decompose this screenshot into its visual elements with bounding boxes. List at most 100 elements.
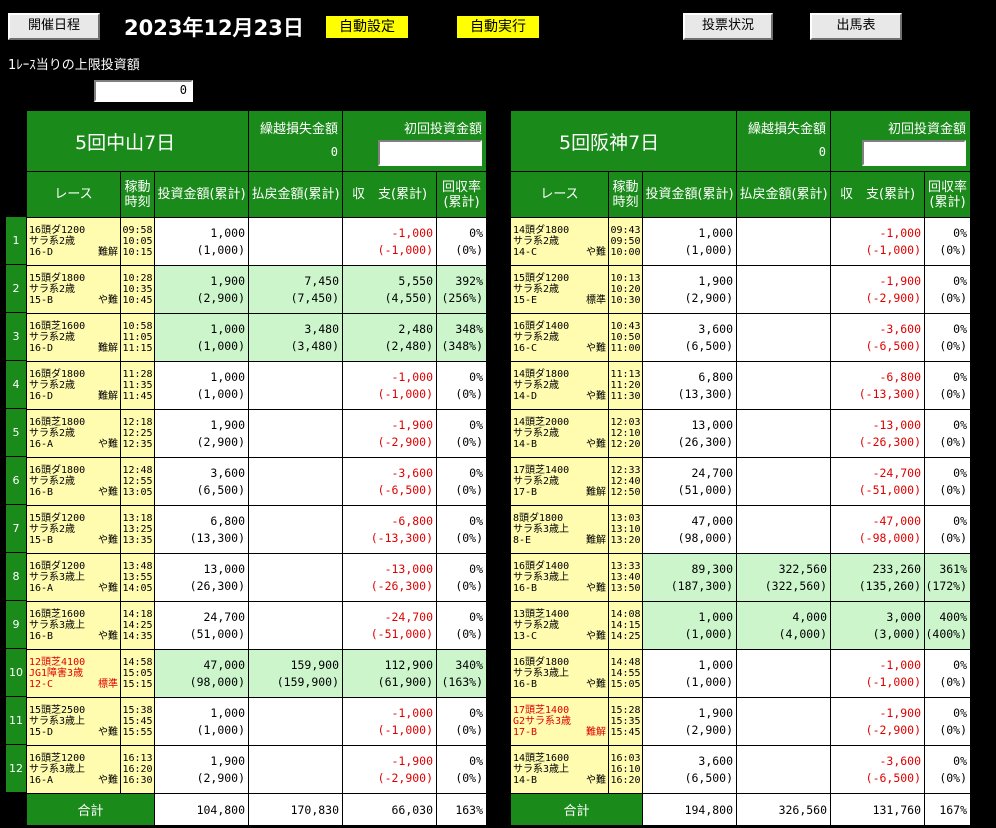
balance-cumulative: (-1,000)	[377, 386, 434, 401]
race-row[interactable]: 16頭芝1800 サラ系2歳 16-A や難 12:18 12:25 12:35 1,900(…	[26, 409, 488, 458]
return-rate: 0% (0%)	[436, 601, 488, 650]
race-times: 10:58 11:05 11:15	[120, 313, 155, 362]
auto-run-button[interactable]: 自動実行	[456, 15, 540, 39]
race-info[interactable]: 15頭ダ1200 サラ系2歳 15-E 標準	[510, 265, 609, 314]
initial-investment-label: 初回投資金額	[888, 122, 967, 137]
race-info[interactable]: 16頭ダ1800 サラ系3歳上 16-B や難	[510, 649, 609, 698]
race-class: サラ系2歳	[29, 236, 76, 247]
race-info[interactable]: 15頭ダ1200 サラ系2歳 15-B や難	[26, 505, 121, 554]
race-row[interactable]: 16頭ダ1400 サラ系2歳 16-C や難 10:43 10:50 11:00 3,600(…	[510, 313, 972, 362]
race-times: 14:58 15:05 15:15	[120, 649, 155, 698]
race-row[interactable]: 16頭ダ1200 サラ系2歳 16-D 難解 09:58 10:05 10:15 1,000(…	[26, 217, 488, 266]
race-field-distance: 14頭芝2000	[513, 417, 570, 428]
race-row[interactable]: 15頭ダ1800 サラ系2歳 15-B や難 10:28 10:35 10:45 1,900(…	[26, 265, 488, 314]
return-rate: 0% (0%)	[924, 361, 972, 410]
race-info[interactable]: 14頭芝1600 サラ系3歳上 14-B や難	[510, 745, 609, 794]
race-code: 16-A	[29, 439, 54, 450]
investment-cumulative: (6,500)	[196, 482, 246, 497]
race-row[interactable]: 16頭ダ1400 サラ系3歳上 16-B や難 13:33 13:40 13:50 89,30…	[510, 553, 972, 602]
race-info[interactable]: 14頭芝2000 サラ系2歳 14-B や難	[510, 409, 609, 458]
race-info[interactable]: 13頭芝1400 サラ系2歳 13-C や難	[510, 601, 609, 650]
return-rate: 0% (0%)	[436, 697, 488, 746]
initial-investment-input[interactable]: 1,000	[378, 140, 483, 166]
investment-cumulative: (2,900)	[684, 722, 734, 737]
race-row[interactable]: 16頭ダ1800 サラ系2歳 16-B や難 12:48 12:55 13:05 3,600(…	[26, 457, 488, 506]
race-row[interactable]: 17頭芝1400 G2サラ系3歳 17-B 難解 15:28 15:35 15:45 1,90…	[510, 697, 972, 746]
bet-limit-input[interactable]: 0	[94, 80, 193, 102]
race-info[interactable]: 16頭ダ1800 サラ系2歳 16-D 難解	[26, 361, 121, 410]
race-row[interactable]: 16頭芝1200 サラ系3歳上 16-A や難 16:13 16:20 16:30 1,900…	[26, 745, 488, 794]
return-rate-cumulative: (0%)	[939, 530, 968, 545]
race-info[interactable]: 16頭ダ1200 サラ系2歳 16-D 難解	[26, 217, 121, 266]
race-time: 13:10	[610, 524, 641, 535]
total-balance: 131,760	[830, 793, 926, 826]
race-card-button[interactable]: 出馬表	[810, 13, 902, 40]
race-info[interactable]: 16頭ダ1400 サラ系2歳 16-C や難	[510, 313, 609, 362]
race-time: 10:28	[122, 273, 153, 284]
race-row[interactable]: 13頭芝1400 サラ系2歳 13-C や難 14:08 14:15 14:25 1,000(…	[510, 601, 972, 650]
race-row[interactable]: 16頭芝1600 サラ系3歳上 16-B や難 14:18 14:25 14:35 24,70…	[26, 601, 488, 650]
race-code: 12-C	[29, 679, 54, 690]
race-times: 12:18 12:25 12:35	[120, 409, 155, 458]
return-rate: 0% (0%)	[924, 265, 972, 314]
race-info[interactable]: 14頭ダ1800 サラ系2歳 14-C や難	[510, 217, 609, 266]
race-info[interactable]: 16頭芝1600 サラ系2歳 16-D 難解	[26, 313, 121, 362]
race-row[interactable]: 14頭芝2000 サラ系2歳 14-B や難 12:03 12:10 12:20 13,000…	[510, 409, 972, 458]
race-time: 14:25	[122, 620, 153, 631]
race-code: 16-D	[29, 391, 54, 402]
race-row[interactable]: 14頭芝1600 サラ系3歳上 14-B や難 16:03 16:10 16:20 3,600…	[510, 745, 972, 794]
balance-cumulative: (-51,000)	[370, 626, 434, 641]
investment-value: 6,800	[698, 369, 734, 384]
vote-status-button[interactable]: 投票状況	[683, 13, 773, 40]
race-info[interactable]: 14頭ダ1800 サラ系2歳 14-D や難	[510, 361, 609, 410]
race-row[interactable]: 15頭ダ1200 サラ系2歳 15-E 標準 10:13 10:20 10:30 1,900(…	[510, 265, 972, 314]
schedule-button[interactable]: 開催日程	[8, 13, 100, 40]
race-difficulty-line: 16-A や難	[29, 439, 120, 450]
race-row[interactable]: 14頭ダ1800 サラ系2歳 14-C や難 09:43 09:50 10:00 1,000(…	[510, 217, 972, 266]
race-row[interactable]: 17頭芝1400 サラ系2歳 17-B 難解 12:33 12:40 12:50 24,700…	[510, 457, 972, 506]
initial-investment-input[interactable]: 1,000	[862, 140, 967, 166]
race-row[interactable]: 12頭芝4100 JG1障害3歳 12-C 標準 14:58 15:05 15:15 47,0…	[26, 649, 488, 698]
race-difficulty: や難	[98, 295, 118, 306]
race-time: 12:48	[122, 465, 153, 476]
payout	[248, 361, 344, 410]
race-info[interactable]: 16頭芝1200 サラ系3歳上 16-A や難	[26, 745, 121, 794]
race-difficulty: 難解	[586, 487, 606, 498]
race-info[interactable]: 15頭芝2500 サラ系3歳上 15-D や難	[26, 697, 121, 746]
race-info[interactable]: 17頭芝1400 サラ系2歳 17-B 難解	[510, 457, 609, 506]
investment: 13,000 (26,300)	[641, 409, 738, 458]
race-time: 13:33	[610, 561, 641, 572]
race-row[interactable]: 16頭ダ1800 サラ系2歳 16-D 難解 11:28 11:35 11:45 1,000(…	[26, 361, 488, 410]
race-info[interactable]: 16頭ダ1200 サラ系3歳上 16-A や難	[26, 553, 121, 602]
race-info[interactable]: 16頭ダ1400 サラ系3歳上 16-B や難	[510, 553, 609, 602]
race-row[interactable]: 16頭芝1600 サラ系2歳 16-D 難解 10:58 11:05 11:15 1,000(…	[26, 313, 488, 362]
race-code: 16-D	[29, 343, 54, 354]
race-info[interactable]: 12頭芝4100 JG1障害3歳 12-C 標準	[26, 649, 121, 698]
race-difficulty: 難解	[98, 247, 118, 258]
race-info[interactable]: 17頭芝1400 G2サラ系3歳 17-B 難解	[510, 697, 609, 746]
return-rate-cumulative: (0%)	[939, 290, 968, 305]
race-time: 10:05	[122, 236, 153, 247]
race-row[interactable]: 15頭芝2500 サラ系3歳上 15-D や難 15:38 15:45 15:55 1,000…	[26, 697, 488, 746]
race-time: 14:55	[610, 668, 641, 679]
race-row[interactable]: 16頭ダ1200 サラ系3歳上 16-A や難 13:48 13:55 14:05 13,00…	[26, 553, 488, 602]
return-rate-value: 0%	[953, 321, 968, 336]
race-row[interactable]: 14頭ダ1800 サラ系2歳 14-D や難 11:13 11:20 11:30 6,800(…	[510, 361, 972, 410]
race-difficulty: や難	[586, 679, 606, 690]
race-info[interactable]: 15頭ダ1800 サラ系2歳 15-B や難	[26, 265, 121, 314]
race-info[interactable]: 16頭ダ1800 サラ系2歳 16-B や難	[26, 457, 121, 506]
race-info[interactable]: 16頭芝1800 サラ系2歳 16-A や難	[26, 409, 121, 458]
race-row[interactable]: 8頭ダ1800 サラ系3歳上 8-E 難解 13:03 13:10 13:20 47,000(…	[510, 505, 972, 554]
balance-value: -1,000	[391, 225, 434, 240]
race-row[interactable]: 15頭ダ1200 サラ系2歳 15-B や難 13:18 13:25 13:35 6,800(…	[26, 505, 488, 554]
balance-value: -1,000	[879, 225, 922, 240]
race-row[interactable]: 16頭ダ1800 サラ系3歳上 16-B や難 14:48 14:55 15:05 1,000…	[510, 649, 972, 698]
balance-value: -24,700	[384, 609, 434, 624]
auto-setting-button[interactable]: 自動設定	[325, 15, 409, 39]
race-class: サラ系2歳	[513, 380, 560, 391]
balance-cumulative: (4,550)	[384, 290, 434, 305]
race-class: サラ系2歳	[29, 476, 76, 487]
balance: -3,600 (-6,500)	[342, 457, 438, 506]
race-info[interactable]: 16頭芝1600 サラ系3歳上 16-B や難	[26, 601, 121, 650]
race-info[interactable]: 8頭ダ1800 サラ系3歳上 8-E 難解	[510, 505, 609, 554]
